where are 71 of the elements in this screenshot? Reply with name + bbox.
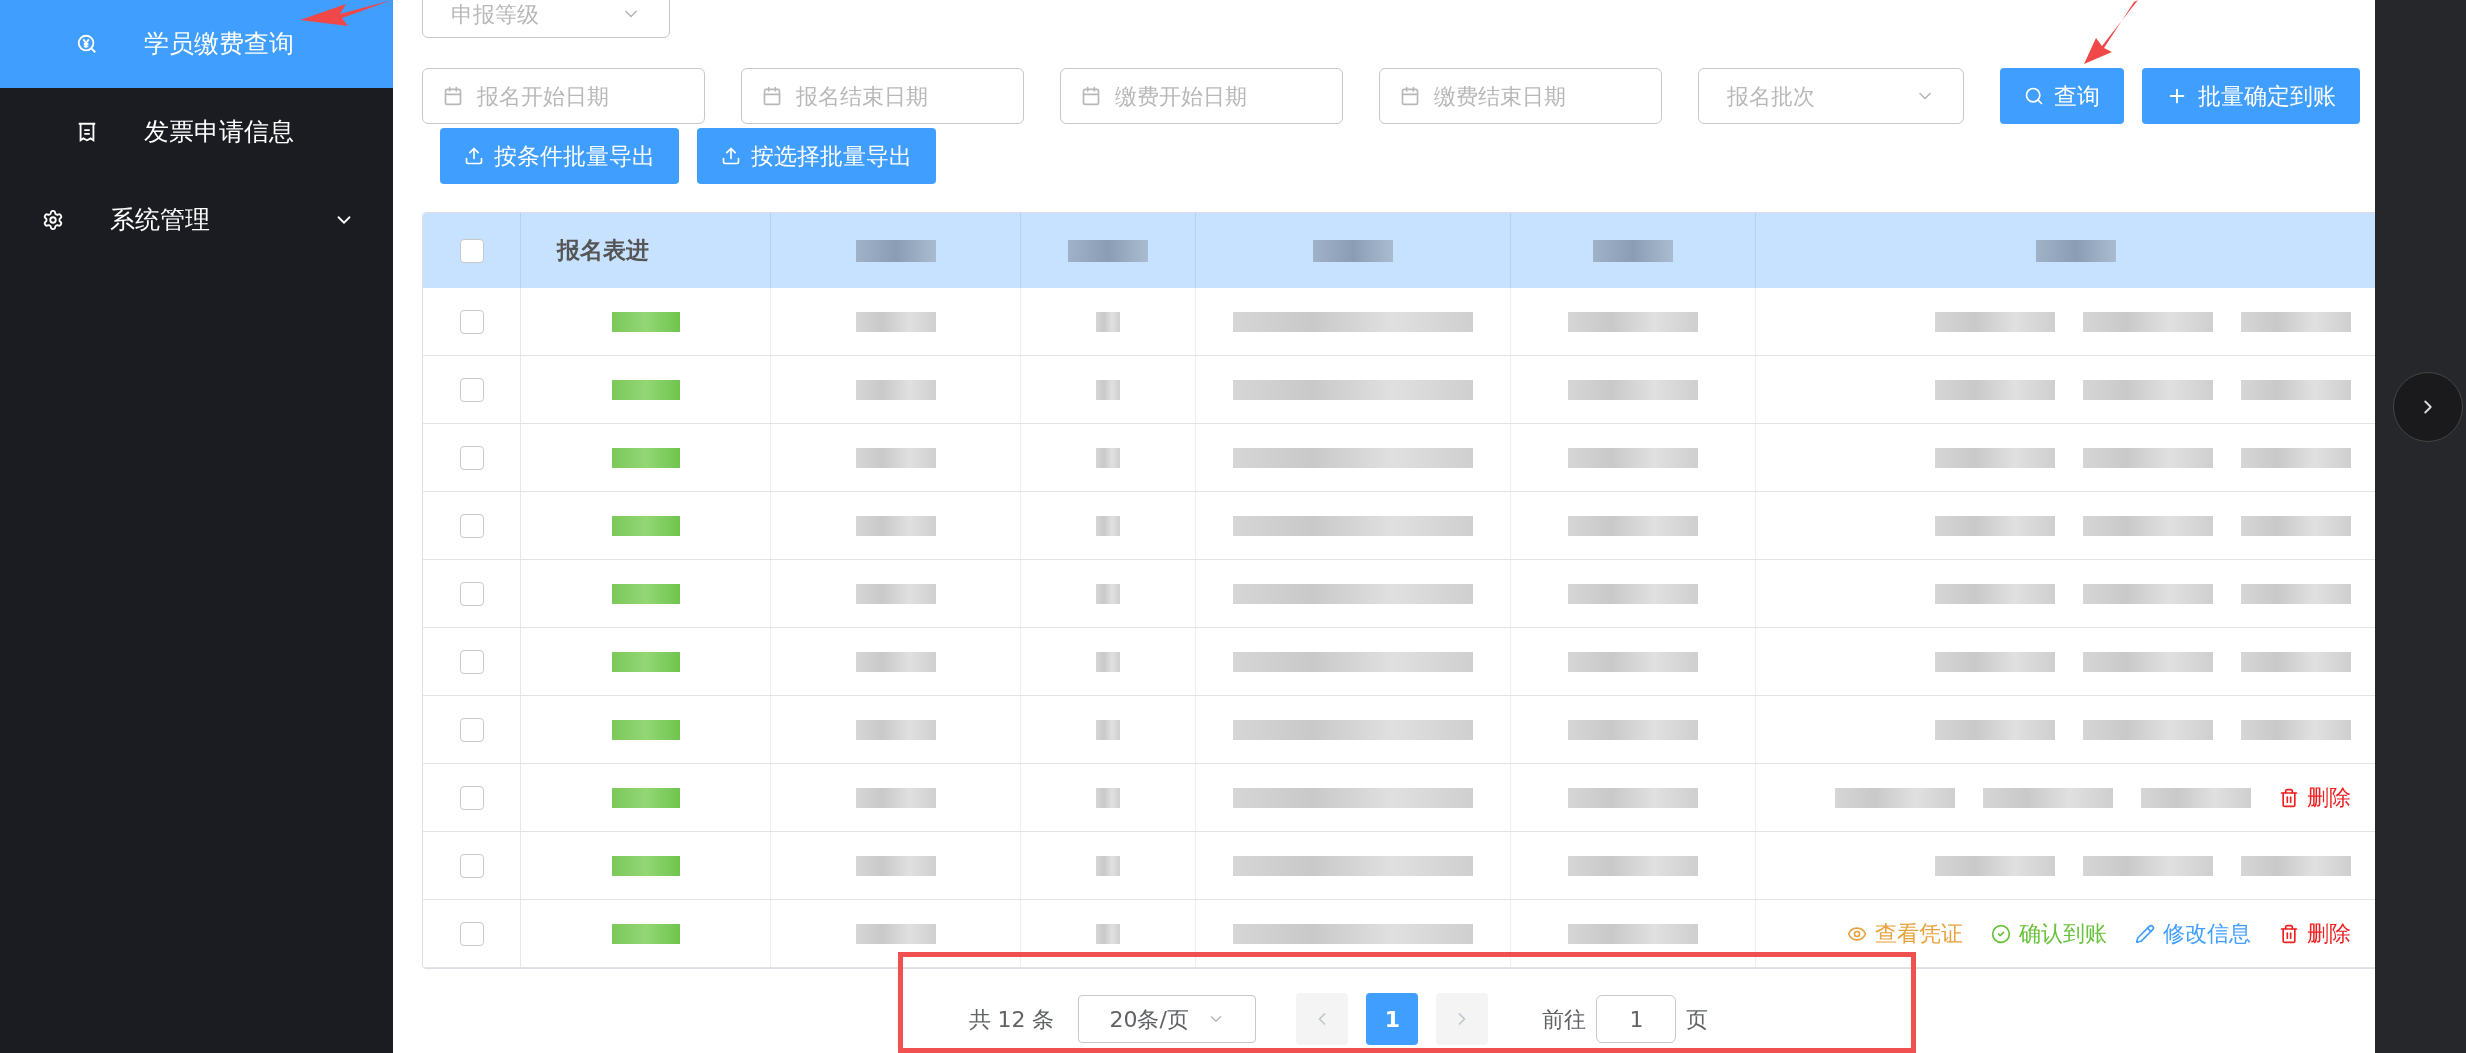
pixelated-text [1096, 583, 1120, 604]
calendar-icon [443, 86, 463, 106]
date-field[interactable]: 报名结束日期 [741, 68, 1024, 124]
export-button[interactable]: 按条件批量导出 [440, 128, 679, 184]
goto-label: 前往 [1542, 1005, 1587, 1034]
pixelated-text [1096, 651, 1120, 672]
checkbox[interactable] [459, 581, 484, 606]
pixelated-text [1096, 311, 1120, 332]
page-input[interactable]: 1 [1596, 995, 1677, 1043]
toolbar-button[interactable]: 批量确定到账 [2142, 68, 2360, 124]
gear-icon [42, 209, 64, 231]
pixelated-text [611, 719, 680, 740]
date-field[interactable]: 报名开始日期 [422, 68, 705, 124]
pixelated-text [1096, 379, 1120, 400]
checkbox[interactable] [459, 238, 484, 263]
level-select[interactable]: 申报等级 [422, 0, 670, 38]
trash-icon [2279, 787, 2299, 808]
calendar-icon [1081, 86, 1101, 106]
checkbox[interactable] [459, 717, 484, 742]
export-button[interactable]: 按选择批量导出 [697, 128, 936, 184]
calendar-icon [1400, 86, 1420, 106]
sidebar-item[interactable]: 学员缴费查询 [0, 0, 393, 88]
checkbox[interactable] [459, 445, 484, 470]
pencil-icon [2135, 923, 2155, 944]
date-field[interactable]: 缴费开始日期 [1060, 68, 1343, 124]
calendar-icon [762, 86, 782, 106]
upload-icon [464, 146, 484, 166]
action-link[interactable]: 确认到账 [1991, 917, 2107, 950]
check-circle-icon [1991, 923, 2011, 944]
checkbox[interactable] [459, 853, 484, 878]
pixelated-text [1096, 515, 1120, 536]
pixelated-text [611, 447, 680, 468]
action-link[interactable]: 删除 [2279, 917, 2351, 950]
pixelated-text [611, 515, 680, 536]
yuan-search-icon [76, 33, 98, 55]
page-suffix: 页 [1686, 1005, 1709, 1034]
checkbox[interactable] [459, 513, 484, 538]
checkbox[interactable] [459, 309, 484, 334]
pixelated-text [1096, 447, 1120, 468]
page-size-select[interactable]: 20条/页 [1078, 995, 1257, 1043]
checkbox[interactable] [459, 785, 484, 810]
upload-icon [721, 146, 741, 166]
trash-icon [2279, 923, 2299, 944]
receipt-icon [76, 121, 98, 143]
sidebar-item[interactable]: 发票申请信息 [0, 88, 393, 176]
pixelated-text [611, 379, 680, 400]
pixelated-text [611, 855, 680, 876]
column-header: 报名表进 [557, 236, 649, 266]
date-field[interactable]: 缴费结束日期 [1379, 68, 1662, 124]
pixelated-text [611, 651, 680, 672]
pixelated-text [611, 787, 680, 808]
action-link[interactable]: 删除 [2279, 781, 2351, 814]
pixelated-text [1096, 923, 1120, 944]
action-link[interactable]: 修改信息 [2135, 917, 2251, 950]
checkbox[interactable] [459, 377, 484, 402]
action-link[interactable]: 查看凭证 [1847, 917, 1963, 950]
pixelated-text [611, 923, 680, 944]
toolbar-button[interactable]: 查询 [2000, 68, 2124, 124]
page-button[interactable]: 1 [1366, 993, 1419, 1045]
pixelated-text [611, 311, 680, 332]
pixelated-text [1096, 787, 1120, 808]
search-icon [2024, 86, 2044, 106]
checkbox[interactable] [459, 921, 484, 946]
pixelated-text [1096, 855, 1120, 876]
sidebar-item[interactable]: 系统管理 [0, 176, 393, 264]
batch-select[interactable]: 报名批次 [1698, 68, 1964, 124]
total-count: 共 12 条 [968, 1005, 1055, 1034]
pixelated-text [1096, 719, 1120, 740]
pixelated-text [611, 583, 680, 604]
annotation-arrow [2082, 0, 2138, 64]
checkbox[interactable] [459, 649, 484, 674]
